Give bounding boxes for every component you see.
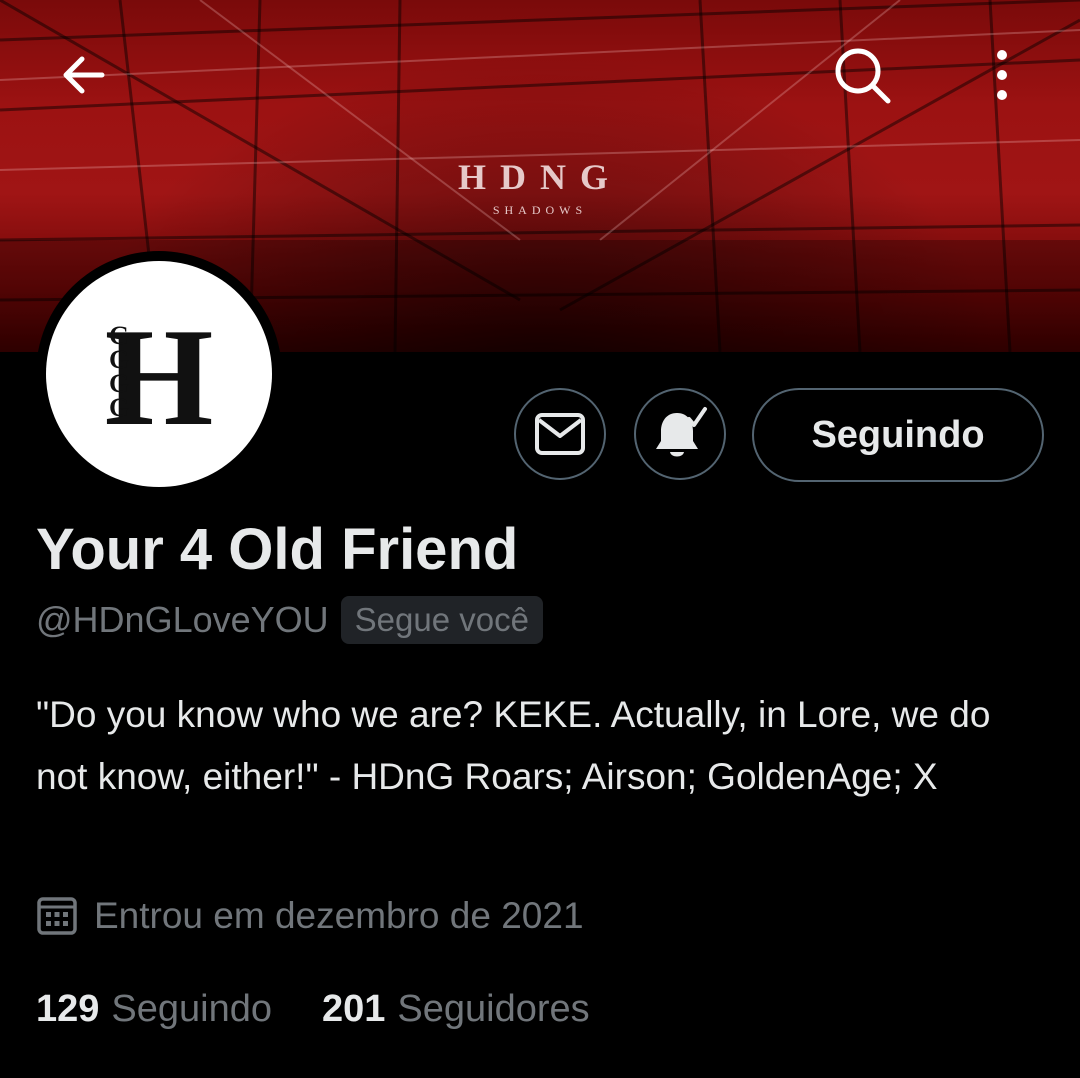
message-button[interactable] xyxy=(514,388,606,480)
more-vertical-icon xyxy=(997,50,1007,100)
back-button[interactable] xyxy=(52,43,116,107)
handle-row: @HDnGLoveYOU Segue você xyxy=(36,596,543,644)
followers-stat-link[interactable]: 201 Seguidores xyxy=(322,988,590,1031)
search-button[interactable] xyxy=(830,43,894,107)
hdng-logo-icon: H G G G G xyxy=(105,314,214,434)
followers-label: Seguidores xyxy=(397,988,590,1030)
notifications-button[interactable] xyxy=(634,388,726,480)
display-name: Your 4 Old Friend xyxy=(36,517,519,582)
calendar-icon xyxy=(37,897,77,935)
followers-count: 201 xyxy=(322,988,386,1030)
profile-avatar[interactable]: H G G G G xyxy=(36,251,282,497)
follow-stats: 129 Seguindo 201 Seguidores xyxy=(36,988,640,1031)
avatar-image: H G G G G xyxy=(46,261,272,487)
joined-date-row: Entrou em dezembro de 2021 xyxy=(36,895,584,937)
following-button[interactable]: Seguindo xyxy=(752,388,1044,482)
bell-check-icon xyxy=(656,407,707,457)
following-stat-link[interactable]: 129 Seguindo xyxy=(36,988,272,1031)
banner-brand-text: HDNG xyxy=(458,157,622,197)
user-handle: @HDnGLoveYOU xyxy=(36,599,329,640)
following-label: Seguindo xyxy=(111,988,272,1030)
envelope-icon xyxy=(535,413,585,455)
follows-you-badge: Segue você xyxy=(340,596,543,644)
search-icon xyxy=(835,48,891,104)
following-count: 129 xyxy=(36,988,100,1030)
banner-brand-subtext: SHADOWS xyxy=(492,203,588,217)
profile-bio: "Do you know who we are? KEKE. Actually,… xyxy=(36,694,991,797)
more-options-button[interactable] xyxy=(970,43,1034,107)
avatar-stack-letter: G xyxy=(109,393,129,422)
arrow-left-icon xyxy=(63,56,105,94)
joined-date: Entrou em dezembro de 2021 xyxy=(94,895,584,936)
